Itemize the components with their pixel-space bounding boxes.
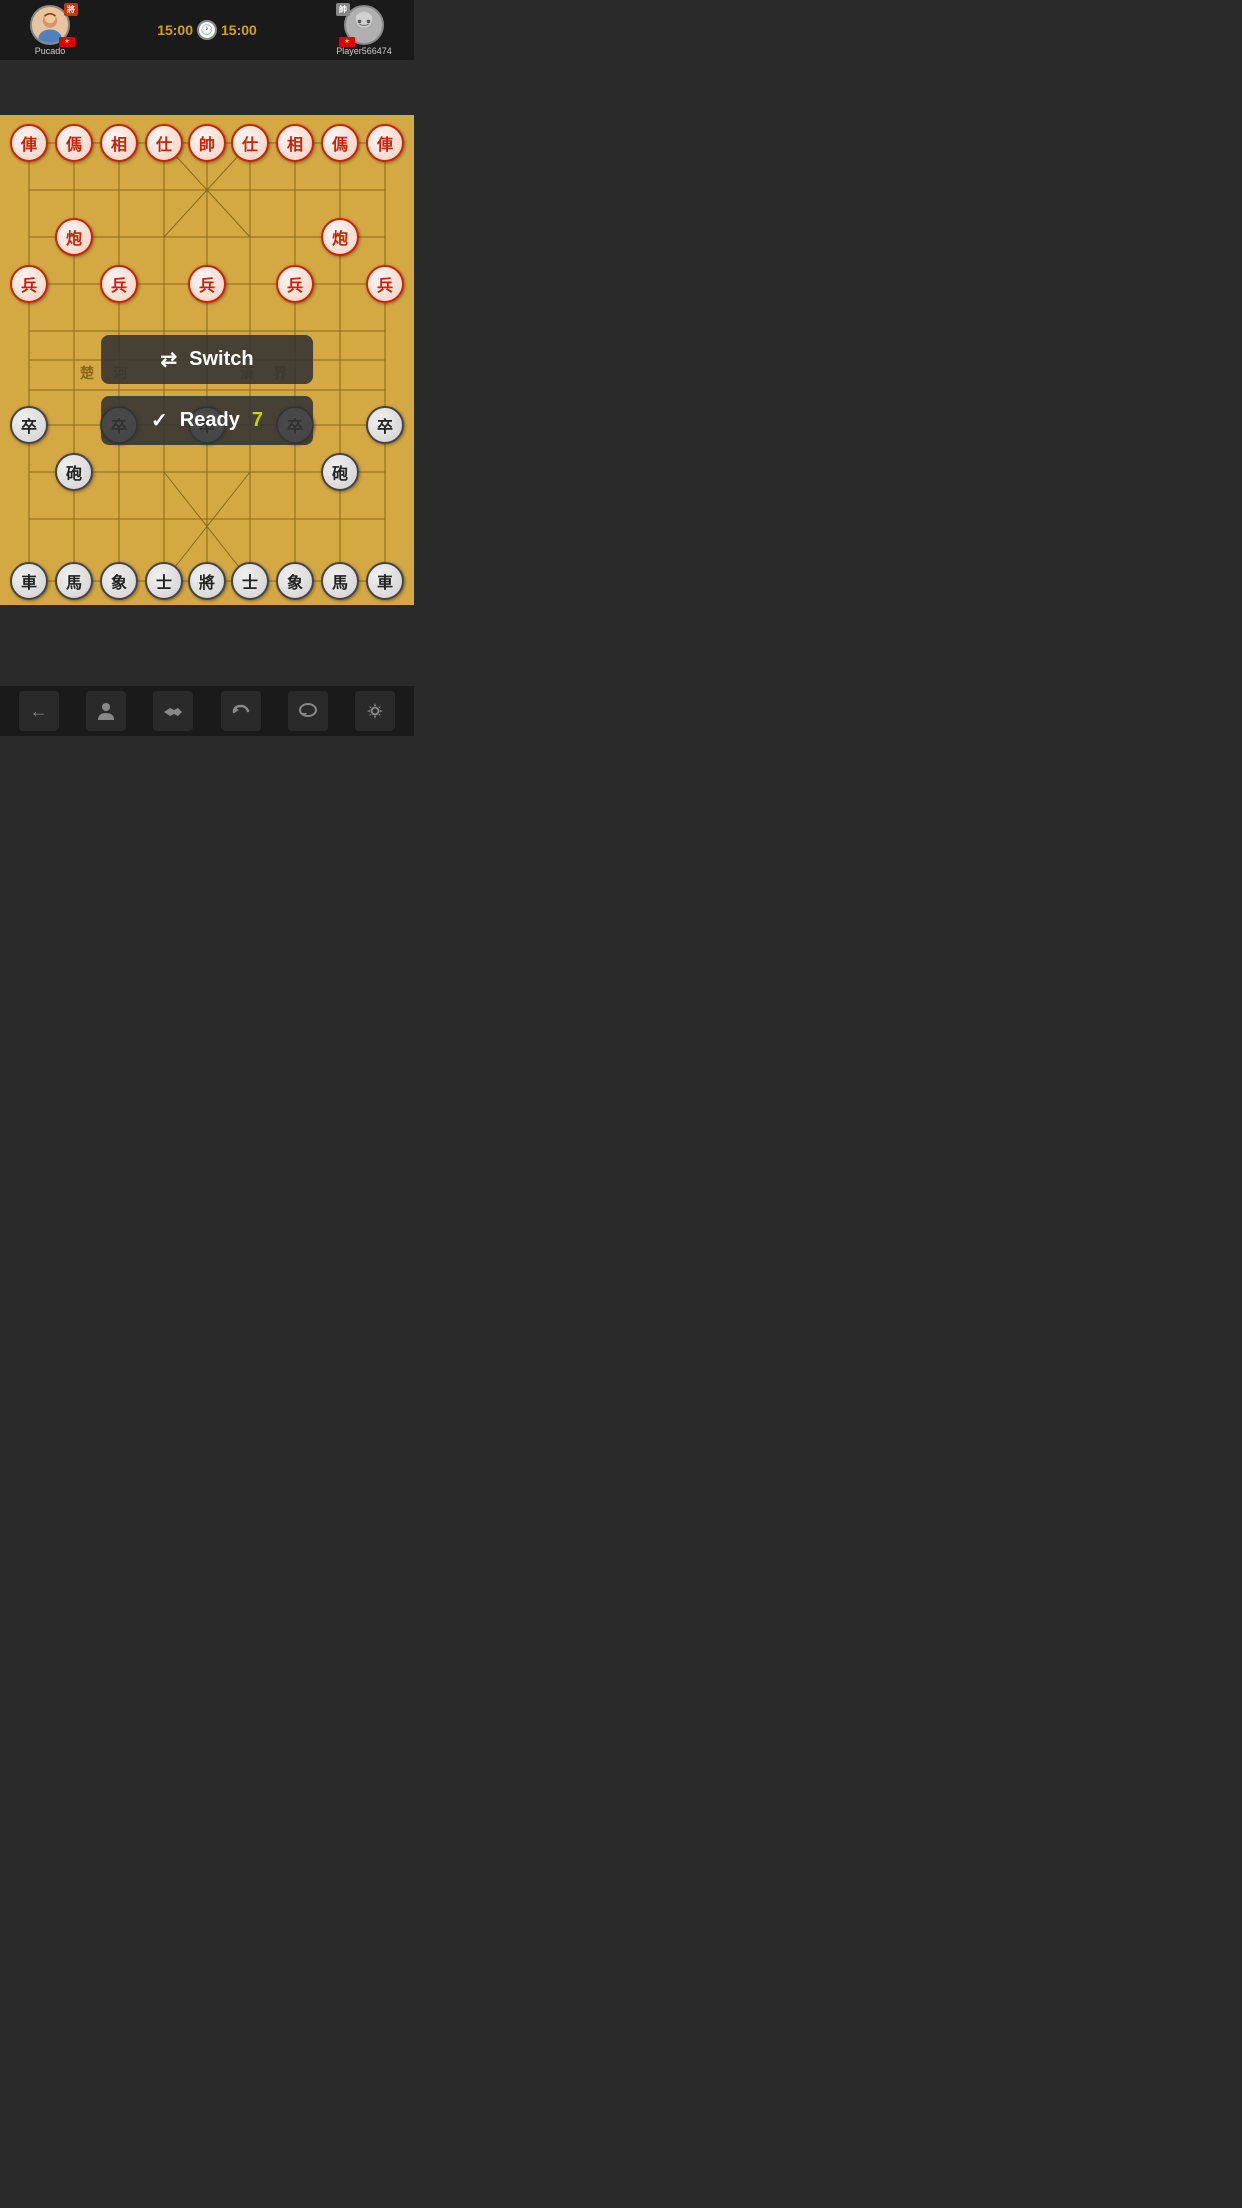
player1-name: Pucado: [35, 46, 66, 56]
overlay-buttons: ⇄ Switch ✓ Ready 7: [101, 335, 313, 445]
piece-red-bing4[interactable]: 兵: [276, 265, 314, 303]
switch-icon: ⇄: [160, 347, 177, 372]
piece-red-bing3[interactable]: 兵: [188, 265, 226, 303]
settings-button[interactable]: [355, 691, 395, 731]
piece-black-xiang2[interactable]: 象: [276, 562, 314, 600]
player-button[interactable]: [86, 691, 126, 731]
piece-black-ma1[interactable]: 馬: [55, 562, 93, 600]
undo-button[interactable]: [221, 691, 261, 731]
piece-red-ma2[interactable]: 傌: [321, 124, 359, 162]
top-spacer: [0, 60, 414, 115]
piece-red-che1[interactable]: 俥: [10, 124, 48, 162]
bottom-spacer: [0, 605, 414, 640]
ready-count: 7: [252, 409, 263, 432]
piece-red-xiang1[interactable]: 相: [100, 124, 138, 162]
piece-black-pao2[interactable]: 砲: [321, 453, 359, 491]
piece-black-pao1[interactable]: 砲: [55, 453, 93, 491]
player2-name: Player566474: [336, 46, 392, 56]
timer-section: 15:00 🕐 15:00: [157, 20, 257, 40]
piece-black-jiang[interactable]: 將: [188, 562, 226, 600]
handshake-button[interactable]: [153, 691, 193, 731]
bottom-toolbar: ←: [0, 686, 414, 736]
gear-icon: [364, 700, 386, 722]
piece-red-shi2[interactable]: 仕: [231, 124, 269, 162]
piece-red-bing2[interactable]: 兵: [100, 265, 138, 303]
player1-badge: 將: [64, 3, 78, 16]
check-icon: ✓: [151, 408, 168, 433]
player2-info: 帥 ★ Player566474: [324, 5, 404, 56]
player1-flag: ★: [59, 37, 75, 47]
timer2: 15:00: [221, 22, 257, 38]
piece-black-zu1[interactable]: 卒: [10, 406, 48, 444]
piece-black-ma2[interactable]: 馬: [321, 562, 359, 600]
piece-red-xiang2[interactable]: 相: [276, 124, 314, 162]
piece-black-xiang1[interactable]: 象: [100, 562, 138, 600]
game-header: 將 ★ Pucado 15:00 🕐 15:00: [0, 0, 414, 60]
switch-button[interactable]: ⇄ Switch: [101, 335, 313, 384]
back-button[interactable]: ←: [19, 691, 59, 731]
piece-red-bing1[interactable]: 兵: [10, 265, 48, 303]
switch-label: Switch: [189, 348, 253, 371]
piece-red-shuai[interactable]: 帥: [188, 124, 226, 162]
piece-red-pao2[interactable]: 炮: [321, 218, 359, 256]
player2-flag: ★: [339, 37, 355, 47]
piece-black-shi1[interactable]: 士: [145, 562, 183, 600]
chat-button[interactable]: [288, 691, 328, 731]
ready-label: Ready: [180, 409, 240, 432]
clock-icon: 🕐: [197, 20, 217, 40]
timer1: 15:00: [157, 22, 193, 38]
piece-red-bing5[interactable]: 兵: [366, 265, 404, 303]
piece-red-pao1[interactable]: 炮: [55, 218, 93, 256]
chat-icon: [297, 700, 319, 722]
game-board-container: 楚 河 漢 界 俥 傌 相 仕 帥 仕 相 傌 俥 炮 炮 兵 兵 兵 兵 兵 …: [0, 115, 414, 605]
piece-red-ma1[interactable]: 傌: [55, 124, 93, 162]
piece-black-che2[interactable]: 車: [366, 562, 404, 600]
ready-button[interactable]: ✓ Ready 7: [101, 396, 313, 445]
back-icon: ←: [30, 701, 48, 722]
piece-red-shi1[interactable]: 仕: [145, 124, 183, 162]
person-icon: [95, 700, 117, 722]
piece-black-zu5[interactable]: 卒: [366, 406, 404, 444]
player1-info: 將 ★ Pucado: [10, 5, 90, 56]
handshake-icon: [162, 700, 184, 722]
player2-badge: 帥: [336, 3, 350, 16]
undo-icon: [230, 700, 252, 722]
piece-black-shi2[interactable]: 士: [231, 562, 269, 600]
piece-red-che2[interactable]: 俥: [366, 124, 404, 162]
piece-black-che1[interactable]: 車: [10, 562, 48, 600]
